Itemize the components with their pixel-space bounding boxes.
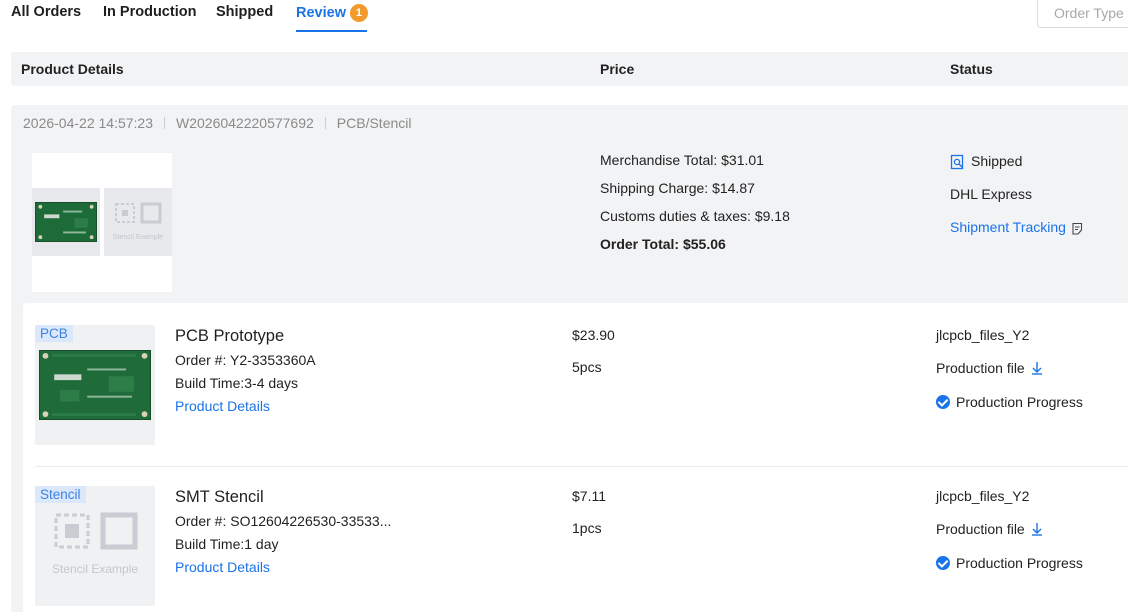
active-tab-indicator	[296, 30, 367, 32]
production-progress-label: Production Progress	[956, 394, 1083, 410]
order-items-panel: PCB PCB Prototype Order #: Y2-3353360A B…	[23, 303, 1128, 612]
combo-pcb-thumb	[32, 188, 100, 256]
price-summary: Merchandise Total: $31.01 Shipping Charg…	[600, 152, 790, 264]
production-progress-button[interactable]: Production Progress	[936, 555, 1083, 571]
item-order-number: Order #: SO12604226530-33533...	[175, 513, 392, 529]
stencil-caption: Stencil Example	[51, 562, 139, 576]
item-price: $7.11	[572, 488, 606, 504]
stencil-icon	[54, 512, 138, 550]
tracking-note-icon	[1072, 222, 1083, 235]
shipping-charge: Shipping Charge: $14.87	[600, 180, 755, 196]
stencil-icon	[115, 202, 162, 224]
order-category: PCB/Stencil	[336, 115, 412, 131]
item-file-name: jlcpcb_files_Y2	[936, 327, 1030, 343]
pcb-board-icon	[35, 202, 97, 242]
pcb-thumbnail[interactable]: PCB	[35, 325, 155, 445]
list-item: Stencil Stencil Example SMT Stencil Orde…	[23, 464, 1128, 612]
stencil-thumbnail[interactable]: Stencil Stencil Example	[35, 486, 155, 606]
order-meta: 2026-04-22 14:57:23 W2026042220577692 PCB/…	[23, 115, 412, 131]
list-item: PCB PCB Prototype Order #: Y2-3353360A B…	[23, 303, 1128, 464]
order-total: Order Total: $55.06	[600, 236, 726, 252]
shipped-doc-icon	[950, 154, 964, 170]
merchandise-total: Merchandise Total: $31.01	[600, 152, 764, 168]
order-combined-thumbnail[interactable]: Stencil Example	[32, 153, 172, 292]
production-file-download[interactable]: Production file	[936, 521, 1043, 537]
shipment-tracking-link[interactable]: Shipment Tracking	[950, 219, 1084, 252]
carrier-row: DHL Express	[950, 186, 1084, 219]
item-quantity: 1pcs	[572, 520, 602, 536]
header-product-details: Product Details	[21, 61, 124, 77]
tab-all-orders[interactable]: All Orders	[11, 4, 81, 20]
production-file-label: Production file	[936, 360, 1025, 376]
meta-separator	[164, 117, 165, 129]
check-circle-icon	[936, 395, 950, 409]
item-title: PCB Prototype	[175, 327, 285, 345]
table-header: Product Details Price Status	[11, 52, 1128, 86]
product-details-link[interactable]: Product Details	[175, 398, 270, 414]
combo-stencil-caption: Stencil Example	[112, 234, 164, 241]
order-tabs: All Orders In Production Shipped Review 1…	[0, 0, 1128, 36]
product-details-link[interactable]: Product Details	[175, 559, 270, 575]
production-file-label: Production file	[936, 521, 1025, 537]
item-file-name: jlcpcb_files_Y2	[936, 488, 1030, 504]
check-circle-icon	[936, 556, 950, 570]
stencil-tag: Stencil	[35, 486, 86, 503]
item-title: SMT Stencil	[175, 488, 264, 506]
meta-separator	[324, 117, 326, 129]
shipped-status-text: Shipped	[971, 153, 1023, 169]
shipping-status: Shipped DHL Express Shipment Tracking	[950, 153, 1084, 252]
carrier-name: DHL Express	[950, 186, 1032, 202]
tab-review[interactable]: Review 1	[296, 4, 368, 22]
download-icon	[1031, 523, 1042, 536]
header-price: Price	[600, 61, 635, 77]
order-datetime: 2026-04-22 14:57:23	[23, 115, 153, 131]
order-id[interactable]: W2026042220577692	[176, 115, 314, 131]
review-count-badge: 1	[349, 4, 368, 22]
item-build-time: Build Time:3-4 days	[175, 375, 298, 391]
pcb-board-icon	[39, 350, 151, 420]
shipped-status-row: Shipped	[950, 153, 1084, 186]
item-build-time: Build Time:1 day	[175, 536, 279, 552]
combo-stencil-thumb: Stencil Example	[104, 188, 172, 256]
production-progress-label: Production Progress	[956, 555, 1083, 571]
header-status: Status	[950, 61, 993, 77]
production-progress-button[interactable]: Production Progress	[936, 394, 1083, 410]
tab-shipped[interactable]: Shipped	[216, 4, 273, 20]
tab-review-label: Review	[296, 5, 346, 21]
pcb-tag: PCB	[35, 325, 73, 342]
item-quantity: 5pcs	[572, 359, 602, 375]
item-price: $23.90	[572, 327, 615, 343]
shipment-tracking-label: Shipment Tracking	[950, 219, 1066, 235]
item-order-number: Order #: Y2-3353360A	[175, 352, 316, 368]
download-icon	[1031, 362, 1042, 375]
order-type-select[interactable]: Order Type	[1037, 0, 1128, 28]
customs-taxes: Customs duties & taxes: $9.18	[600, 208, 790, 224]
production-file-download[interactable]: Production file	[936, 360, 1043, 376]
tab-in-production[interactable]: In Production	[103, 4, 196, 20]
